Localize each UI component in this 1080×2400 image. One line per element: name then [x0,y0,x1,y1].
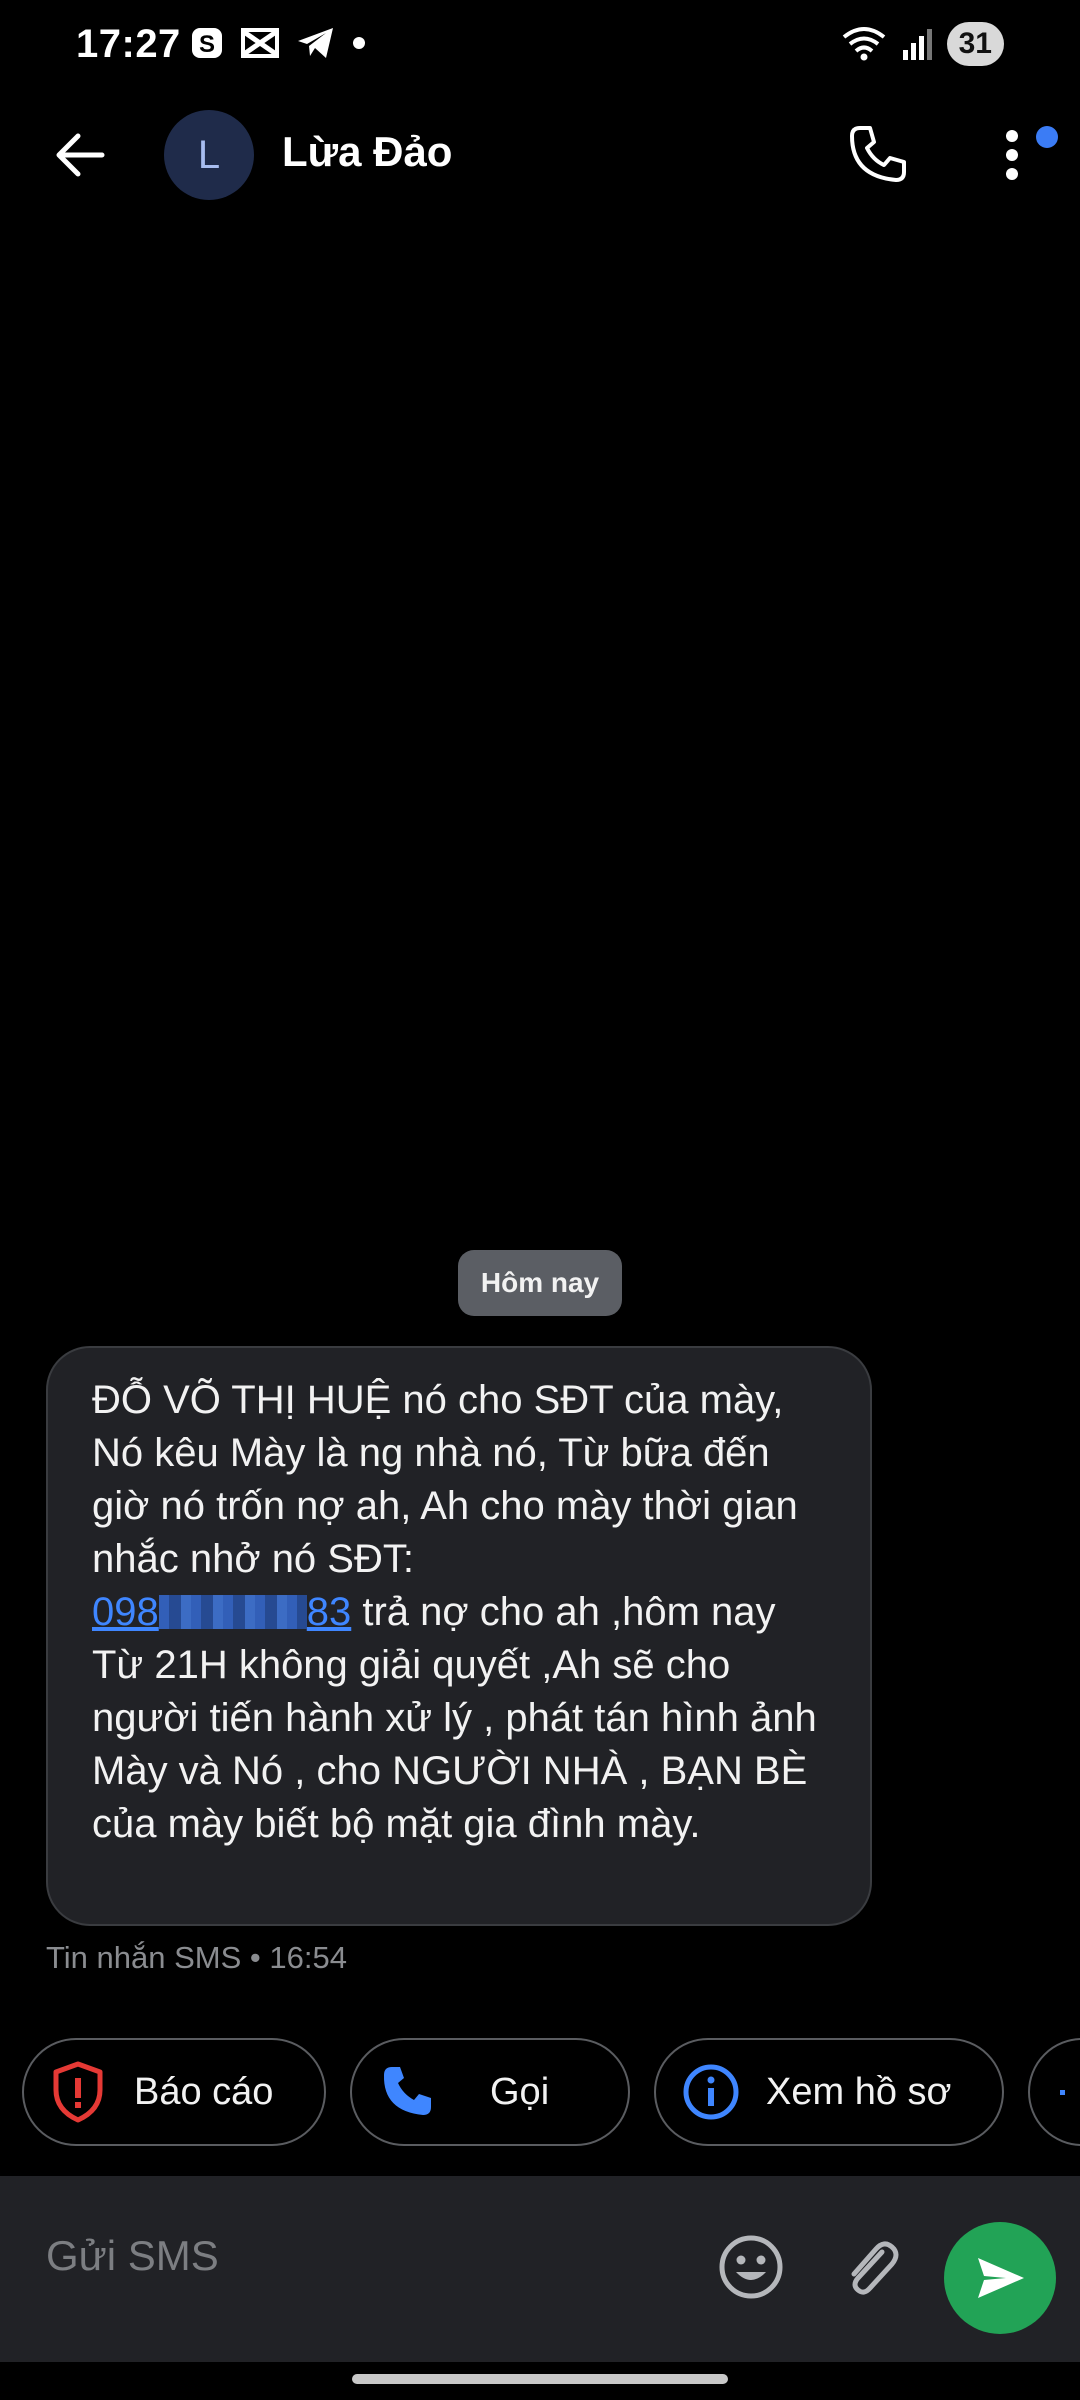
phone-icon [383,2067,431,2115]
battery-indicator: 31 [946,22,1004,66]
message-text: ĐỖ VÕ THỊ HUỆ nó cho SĐT của mày, Nó kêu… [92,1374,830,1851]
shield-alert-icon [53,2061,103,2123]
view-profile-chip[interactable]: Xem hồ sơ [654,2038,1004,2146]
paperclip-icon [851,2241,899,2295]
skype-icon: S [192,28,222,58]
action-chips: Báo cáo Gọi Xem hồ sơ [22,2038,1080,2150]
report-chip[interactable]: Báo cáo [22,2038,326,2146]
message-text-before: ĐỖ VÕ THỊ HUỆ nó cho SĐT của mày, Nó kêu… [92,1378,798,1581]
compose-bar: Gửi SMS [0,2176,1080,2362]
message-bubble[interactable]: ĐỖ VÕ THỊ HUỆ nó cho SĐT của mày, Nó kêu… [46,1346,872,1926]
wifi-icon [842,27,885,61]
call-chip-label: Gọi [490,2070,550,2113]
view-profile-chip-label: Xem hồ sơ [766,2070,952,2113]
emoji-button[interactable] [716,2232,786,2302]
contact-name[interactable]: Lừa Đảo [282,128,452,176]
call-button[interactable] [840,118,914,192]
status-time: 17:27 [76,22,181,66]
phone-number-link[interactable]: 098 83 [92,1590,351,1634]
arrow-back-icon [56,133,105,177]
avatar[interactable]: L [164,110,254,200]
signal-icon [902,29,932,60]
info-icon [683,2064,739,2120]
overflow-chip[interactable] [1028,2038,1080,2146]
partial-icon [1060,2090,1065,2095]
telegram-icon [298,28,333,58]
call-chip[interactable]: Gọi [350,2038,630,2146]
date-chip: Hôm nay [458,1250,622,1316]
send-button[interactable] [944,2222,1056,2334]
capcut-icon [241,28,279,58]
phone-suffix: 83 [306,1590,352,1634]
status-right: 31 [841,22,1004,66]
message-meta: Tin nhắn SMS • 16:54 [46,1940,347,1975]
app-bar: L Lừa Đảo [0,100,1080,210]
phone-icon [850,126,906,182]
phone-prefix: 098 [92,1590,159,1634]
phone-redaction [158,1595,307,1629]
home-indicator[interactable] [352,2374,728,2384]
back-button[interactable] [46,120,116,190]
send-icon [978,2258,1024,2298]
more-options-button[interactable] [990,118,1058,192]
status-bar: 17:27 S 31 [0,0,1080,90]
emoji-icon [719,2235,783,2299]
status-app-icons: S [190,26,366,60]
unread-badge [1036,126,1058,148]
message-input[interactable]: Gửi SMS [46,2232,686,2280]
svg-text:S: S [199,31,215,58]
notification-dot-icon [353,37,365,49]
report-chip-label: Báo cáo [134,2070,274,2113]
attach-button[interactable] [836,2232,906,2302]
